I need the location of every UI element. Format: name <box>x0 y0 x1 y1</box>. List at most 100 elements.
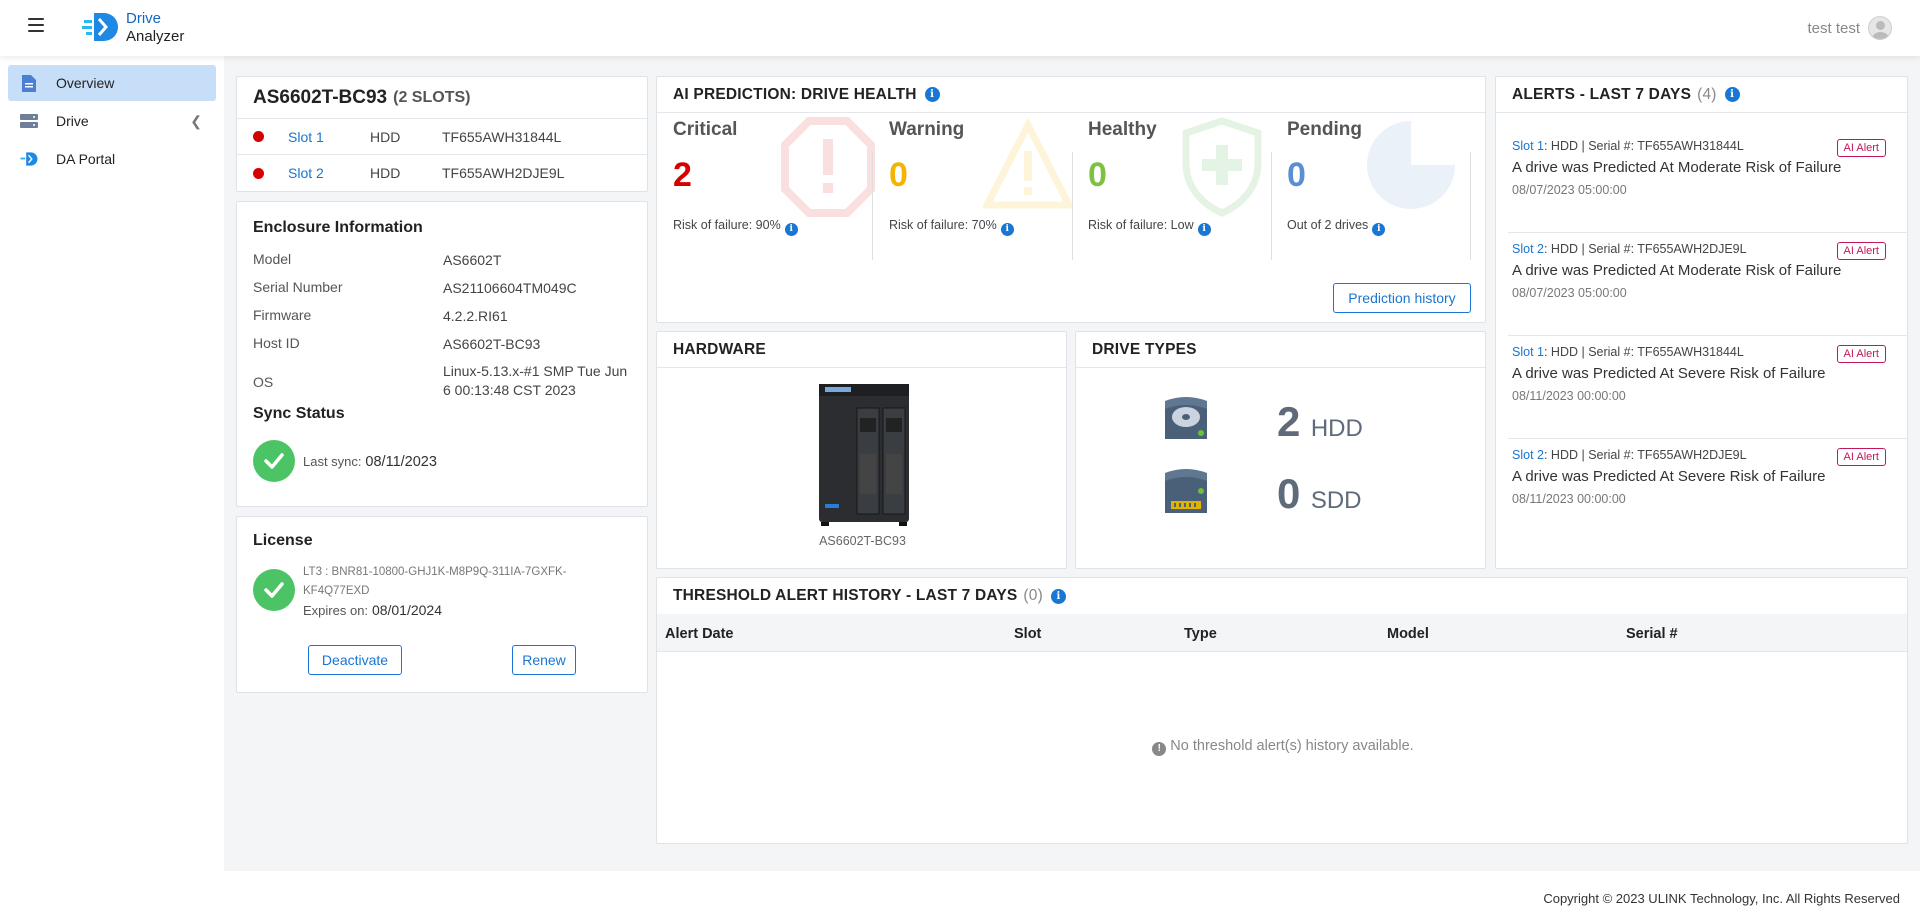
ssd-icon <box>1163 467 1209 522</box>
prediction-sub: Risk of failure: 70% i <box>889 218 1014 236</box>
enclosure-key: Host ID <box>253 335 300 351</box>
slot-count: (2 SLOTS) <box>393 88 471 106</box>
deactivate-button[interactable]: Deactivate <box>308 645 402 675</box>
slot-row: Slot 2 HDD TF655AWH2DJE9L <box>237 155 647 191</box>
hamburger-menu-icon[interactable] <box>28 18 44 32</box>
hardware-header: HARDWARE <box>657 332 1066 368</box>
slot-link[interactable]: Slot 2 <box>1512 242 1544 256</box>
info-icon[interactable]: i <box>1050 588 1066 604</box>
prediction-sub-text: Out of 2 drives <box>1287 218 1369 232</box>
brand-line-2: Analyzer <box>126 28 185 45</box>
device-name: AS6602T-BC93 <box>253 86 388 108</box>
column-header-serial[interactable]: Serial # <box>1626 626 1678 642</box>
prediction-label: Critical <box>673 119 738 140</box>
slot-link[interactable]: Slot 2 <box>1512 448 1544 462</box>
enclosure-key: Serial Number <box>253 279 343 295</box>
alert-item[interactable]: Slot 1: HDD | Serial #: TF655AWH31844L A… <box>1512 139 1886 197</box>
alerts-header: ALERTS - LAST 7 DAYS (4) i <box>1496 77 1907 113</box>
column-header-slot[interactable]: Slot <box>1014 626 1041 642</box>
alerts-count: (4) <box>1697 85 1717 103</box>
slot-serial: TF655AWH31844L <box>442 128 562 145</box>
empty-state: ! No threshold alert(s) history available… <box>657 738 1909 756</box>
info-icon[interactable]: i <box>1000 222 1014 236</box>
critical-status-dot <box>253 131 264 142</box>
alert-message: A drive was Predicted At Moderate Risk o… <box>1512 159 1842 176</box>
prediction-value: 2 <box>673 156 692 194</box>
info-icon[interactable]: i <box>1724 87 1740 102</box>
slot-type: HDD <box>370 128 401 145</box>
column-header-alert-date[interactable]: Alert Date <box>665 626 734 642</box>
stop-warning-icon <box>781 117 875 222</box>
prediction-sub-text: Risk of failure: 90% <box>673 218 781 232</box>
license-check-icon <box>253 569 295 611</box>
enclosure-value: AS6602T-BC93 <box>443 336 541 352</box>
hdd-label: HDD <box>1310 415 1363 442</box>
last-sync: Last sync: 08/11/2023 <box>303 453 437 470</box>
drive-analyzer-logo-icon <box>82 10 118 44</box>
sync-check-icon <box>253 440 295 482</box>
renew-button[interactable]: Renew <box>512 645 576 675</box>
ai-alert-badge: AI Alert <box>1836 448 1886 466</box>
alert-source: Slot 1: HDD | Serial #: TF655AWH31844L <box>1512 345 1886 359</box>
prediction-history-button[interactable]: Prediction history <box>1333 283 1471 313</box>
enclosure-value: AS6602T <box>443 252 502 268</box>
alert-message: A drive was Predicted At Severe Risk of … <box>1512 365 1826 382</box>
sidebar-item-da-portal[interactable]: DA Portal <box>8 141 216 177</box>
ai-prediction-card: AI PREDICTION: DRIVE HEALTH i Critical 2… <box>656 76 1486 323</box>
empty-message: No threshold alert(s) history available. <box>1170 738 1414 754</box>
divider <box>1508 438 1908 439</box>
drive-icon <box>20 112 38 130</box>
hdd-count: 2 <box>1277 398 1301 445</box>
info-icon[interactable]: i <box>1197 222 1211 236</box>
info-icon[interactable]: i <box>1372 222 1386 236</box>
slot-link[interactable]: Slot 2 <box>288 165 370 181</box>
sdd-label: SDD <box>1310 487 1362 514</box>
alert-source: Slot 1: HDD | Serial #: TF655AWH31844L <box>1512 139 1886 153</box>
prediction-sub: Risk of failure: 90% i <box>673 218 798 236</box>
hdd-icon <box>1163 395 1209 450</box>
pie-clock-icon <box>1363 117 1459 218</box>
info-icon[interactable]: i <box>784 222 798 236</box>
prediction-critical: Critical 2 Risk of failure: 90% i <box>657 77 875 236</box>
slot-link[interactable]: Slot 1 <box>1512 345 1544 359</box>
alert-source: Slot 2: HDD | Serial #: TF655AWH2DJE9L <box>1512 242 1886 256</box>
alert-item[interactable]: Slot 2: HDD | Serial #: TF655AWH2DJE9L A… <box>1512 242 1886 300</box>
slot-link[interactable]: Slot 1 <box>1512 139 1544 153</box>
slot-row: Slot 1 HDD TF655AWH31844L <box>237 119 647 155</box>
column-header-model[interactable]: Model <box>1387 626 1429 642</box>
alert-detail: : HDD | Serial #: TF655AWH31844L <box>1543 345 1744 359</box>
avatar-icon[interactable] <box>1868 16 1892 40</box>
alert-date: 08/11/2023 00:00:00 <box>1512 492 1626 506</box>
alert-item[interactable]: Slot 1: HDD | Serial #: TF655AWH31844L A… <box>1512 345 1886 403</box>
column-header-type[interactable]: Type <box>1184 626 1217 642</box>
enclosure-value: AS21106604TM049C <box>443 280 577 296</box>
alerts-title: ALERTS - LAST 7 DAYS <box>1512 85 1692 103</box>
prediction-label: Healthy <box>1088 119 1157 140</box>
sync-status-title: Sync Status <box>253 405 345 422</box>
sidebar-item-overview[interactable]: Overview <box>8 65 216 101</box>
prediction-value: 0 <box>889 156 908 194</box>
hardware-card: HARDWARE AS6602T-BC93 <box>656 331 1067 569</box>
column-divider <box>1470 152 1471 260</box>
slot-link[interactable]: Slot 1 <box>288 129 370 145</box>
alert-date: 08/11/2023 00:00:00 <box>1512 389 1626 403</box>
prediction-label: Warning <box>889 119 965 140</box>
prediction-sub: Out of 2 drives i <box>1287 218 1386 236</box>
alert-date: 08/07/2023 05:00:00 <box>1512 286 1627 300</box>
critical-status-dot <box>253 167 264 179</box>
prediction-value: 0 <box>1287 156 1306 194</box>
portal-logo-icon <box>20 150 38 168</box>
chevron-left-icon[interactable]: ❮ <box>190 113 202 130</box>
device-slots-card: AS6602T-BC93 (2 SLOTS) Slot 1 HDD TF655A… <box>236 76 648 192</box>
user-menu[interactable]: test test <box>1807 16 1892 40</box>
enclosure-value: Linux-5.13.x-#1 SMP Tue Jun 6 00:13:48 C… <box>443 363 628 398</box>
divider <box>1508 335 1908 336</box>
slot-serial: TF655AWH2DJE9L <box>442 165 565 181</box>
enclosure-key: Model <box>253 251 292 267</box>
alert-item[interactable]: Slot 2: HDD | Serial #: TF655AWH2DJE9L A… <box>1512 448 1886 506</box>
brand-line-1: Drive <box>126 10 162 27</box>
license-card: License LT3 : BNR81-10800-GHJ1K-M8P9Q-31… <box>236 516 648 693</box>
user-name: test test <box>1807 19 1860 37</box>
sidebar-item-drive[interactable]: Drive ❮ <box>8 103 216 139</box>
table-header-row <box>657 614 1907 652</box>
